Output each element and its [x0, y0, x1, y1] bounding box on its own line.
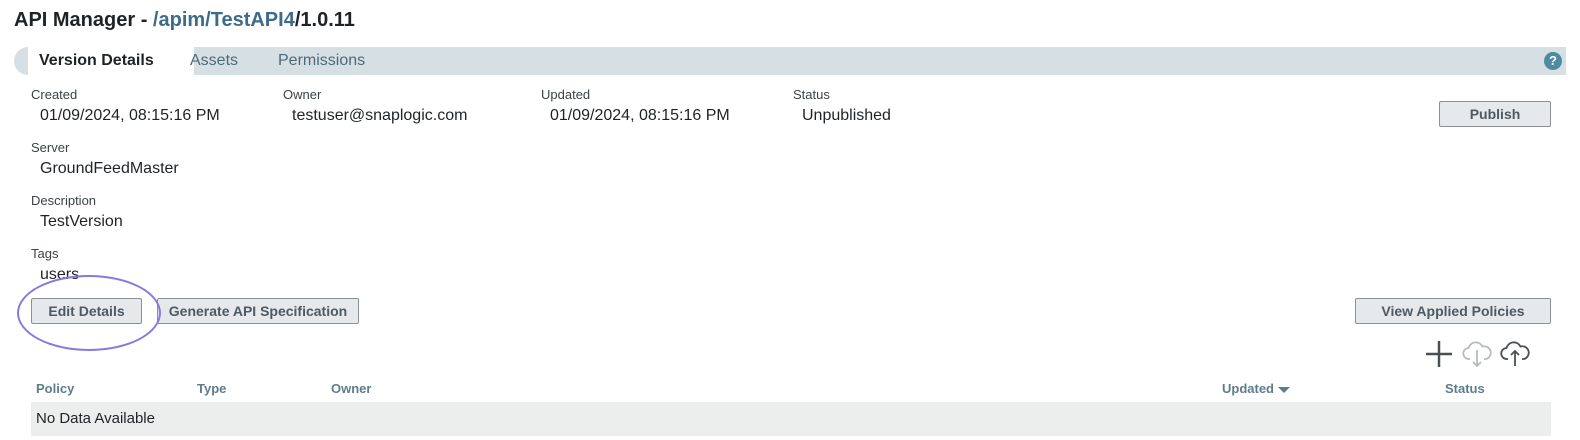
owner-value: testuser@snaplogic.com	[292, 107, 468, 124]
sort-descending-icon	[1278, 386, 1290, 393]
no-data-message: No Data Available	[36, 410, 155, 427]
plus-icon[interactable]	[1424, 340, 1454, 368]
column-header-updated-label: Updated	[1222, 381, 1274, 396]
tab-version-details[interactable]: Version Details	[28, 47, 194, 75]
server-label: Server	[31, 140, 70, 155]
column-header-owner[interactable]: Owner	[331, 381, 371, 396]
status-value: Unpublished	[802, 107, 891, 124]
view-applied-policies-button[interactable]: View Applied Policies	[1355, 298, 1551, 324]
tab-assets[interactable]: Assets	[180, 47, 248, 75]
column-header-updated[interactable]: Updated	[1222, 381, 1290, 396]
edit-details-button[interactable]: Edit Details	[31, 298, 142, 324]
api-path-link[interactable]: /apim/TestAPI4	[153, 9, 295, 31]
tab-permissions[interactable]: Permissions	[268, 47, 375, 75]
description-value: TestVersion	[40, 213, 123, 230]
page-title: API Manager - /apim/TestAPI4/1.0.11	[14, 9, 355, 32]
help-icon[interactable]: ?	[1544, 52, 1562, 70]
column-header-status[interactable]: Status	[1445, 381, 1485, 396]
created-value: 01/09/2024, 08:15:16 PM	[40, 107, 220, 124]
tags-label: Tags	[31, 246, 59, 261]
publish-button[interactable]: Publish	[1439, 101, 1551, 127]
column-header-type[interactable]: Type	[197, 381, 226, 396]
status-label: Status	[793, 87, 830, 102]
owner-label: Owner	[283, 87, 322, 102]
updated-label: Updated	[541, 87, 591, 102]
tags-value: users	[40, 266, 80, 283]
column-header-policy[interactable]: Policy	[36, 381, 74, 396]
table-empty-row: No Data Available	[31, 402, 1551, 436]
cloud-upload-icon[interactable]	[1500, 340, 1530, 368]
tab-bar: Version Details Assets Permissions ?	[14, 47, 1566, 75]
updated-value: 01/09/2024, 08:15:16 PM	[550, 107, 730, 124]
server-value: GroundFeedMaster	[40, 160, 179, 177]
generate-api-specification-button[interactable]: Generate API Specification	[157, 298, 359, 324]
cloud-download-icon[interactable]	[1462, 340, 1492, 368]
version-number: /1.0.11	[294, 9, 355, 31]
description-label: Description	[31, 193, 97, 208]
created-label: Created	[31, 87, 78, 102]
title-prefix: API Manager -	[14, 9, 153, 31]
